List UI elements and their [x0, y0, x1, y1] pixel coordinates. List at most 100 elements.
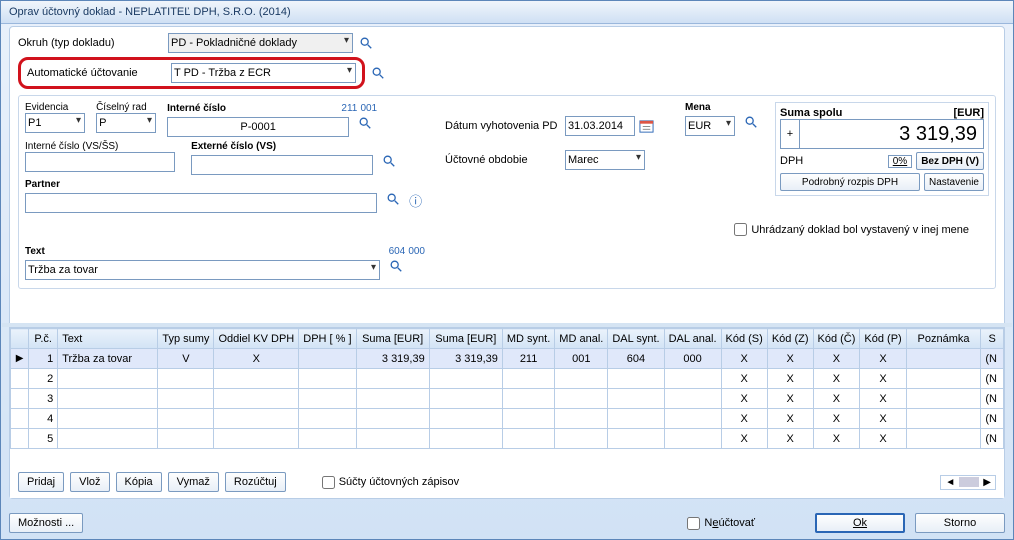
neuctovat-check[interactable]: Neúčtovať [687, 517, 755, 530]
table-row[interactable]: 5XXXX(N [11, 429, 1004, 449]
externe-lookup-icon[interactable] [380, 152, 398, 170]
uhradzany-label: Uhrádzaný doklad bol vystavený v inej me… [751, 224, 969, 236]
suma-ccy: [EUR] [953, 107, 984, 119]
col-s1[interactable]: Suma [EUR] [356, 329, 429, 349]
auto-acc-label: Automatické účtovanie [27, 67, 171, 79]
uct-obdobie-select[interactable] [565, 150, 645, 170]
okruh-select[interactable] [168, 33, 353, 53]
okruh-row: Okruh (typ dokladu) [18, 33, 996, 53]
interne-code2: 001 [360, 103, 377, 114]
text-input[interactable] [25, 260, 380, 280]
text-code2: 000 [408, 246, 425, 257]
auto-accounting-row: Automatické účtovanie [18, 57, 996, 89]
interne-code1: 211 [341, 103, 357, 114]
dph-pct[interactable]: 0% [888, 155, 912, 168]
mena-label: Mena [685, 102, 775, 113]
externe-vs-label: Externé číslo (VS) [191, 141, 401, 152]
uct-obdobie-label: Účtovné obdobie [445, 154, 565, 166]
text-label: Text [25, 246, 45, 257]
col-kz[interactable]: Kód (Z) [767, 329, 813, 349]
content-area: Okruh (typ dokladu) Automatické účtovani… [9, 26, 1005, 499]
col-kc[interactable]: Kód (Č) [813, 329, 860, 349]
rozpis-dph-button[interactable]: Podrobný rozpis DPH [780, 173, 920, 191]
col-typ[interactable]: Typ sumy [158, 329, 214, 349]
grid-buttons: Pridaj Vlož Kópia Vymaž Rozúčtuj Súčty ú… [18, 472, 996, 492]
col-pc[interactable]: P.č. [29, 329, 58, 349]
auto-accounting-highlight: Automatické účtovanie [18, 57, 365, 89]
mena-lookup-icon[interactable] [742, 113, 760, 131]
storno-button[interactable]: Storno [915, 513, 1005, 533]
sum-box: Suma spolu [EUR] + 3 319,39 DPH 0% Bez D… [775, 102, 989, 196]
col-s2[interactable]: Suma [EUR] [429, 329, 502, 349]
footer: Možnosti ... Neúčtovať Ok Storno [9, 513, 1005, 533]
vymaz-button[interactable]: Vymaž [168, 472, 219, 492]
neuctovat-label: Neúčtovať [704, 517, 755, 529]
col-dala[interactable]: DAL anal. [664, 329, 721, 349]
grid-area: P.č. Text Typ sumy Oddiel KV DPH DPH [ %… [10, 327, 1004, 498]
sucty-checkbox[interactable] [322, 476, 335, 489]
window-title: Oprav účtovný doklad - NEPLATITEĽ DPH, S… [9, 6, 291, 18]
text-code1: 604 [389, 246, 406, 257]
col-pozn[interactable]: Poznámka [906, 329, 981, 349]
main-group: Evidencia Číselný rad Interné číslo [18, 95, 996, 289]
suma-label: Suma spolu [780, 107, 842, 119]
col-arrow[interactable] [11, 329, 29, 349]
col-last[interactable]: S [981, 329, 1004, 349]
col-kvdph[interactable]: Oddiel KV DPH [214, 329, 299, 349]
datum-vyhot-input[interactable] [565, 116, 635, 136]
dph-label: DPH [780, 155, 803, 167]
col-dals[interactable]: DAL synt. [608, 329, 664, 349]
partner-lookup-icon[interactable] [384, 190, 402, 208]
evidencia-select[interactable] [25, 113, 85, 133]
interne-lookup-icon[interactable] [356, 114, 374, 132]
suma-sign[interactable]: + [781, 120, 800, 148]
externe-vs-input[interactable] [191, 155, 373, 175]
vloz-button[interactable]: Vlož [70, 472, 109, 492]
col-text[interactable]: Text [58, 329, 158, 349]
upper-form: Okruh (typ dokladu) Automatické účtovani… [10, 27, 1004, 297]
nastavenie-button[interactable]: Nastavenie [924, 173, 984, 191]
table-row[interactable]: 2XXXX(N [11, 369, 1004, 389]
window: Oprav účtovný doklad - NEPLATITEĽ DPH, S… [0, 0, 1014, 540]
rozuctuj-button[interactable]: Rozúčtuj [225, 472, 286, 492]
bez-dph-button[interactable]: Bez DPH (V) [916, 152, 984, 170]
uhradzany-checkbox[interactable] [734, 223, 747, 236]
datum-vyhot-label: Dátum vyhotovenia PD [445, 120, 565, 132]
uhradzany-check[interactable]: Uhrádzaný doklad bol vystavený v inej me… [734, 223, 969, 236]
col-dphp[interactable]: DPH [ % ] [299, 329, 356, 349]
ciselny-rad-select[interactable] [96, 113, 156, 133]
pridaj-button[interactable]: Pridaj [18, 472, 64, 492]
suma-value[interactable]: 3 319,39 [800, 123, 983, 146]
kopia-button[interactable]: Kópia [116, 472, 162, 492]
col-mda[interactable]: MD anal. [555, 329, 608, 349]
table-row[interactable]: 3XXXX(N [11, 389, 1004, 409]
table-row[interactable]: ▶1Tržba za tovarVX3 319,393 319,39211001… [11, 349, 1004, 369]
interne-vs-label: Interné číslo (VS/ŠS) [25, 141, 180, 152]
col-mds[interactable]: MD synt. [502, 329, 554, 349]
sucty-label: Súčty účtovných zápisov [339, 476, 459, 488]
partner-label: Partner [25, 179, 445, 190]
interne-vs-input[interactable] [25, 152, 175, 172]
auto-acc-select[interactable] [171, 63, 356, 83]
partner-input[interactable] [25, 193, 377, 213]
interne-cislo-input[interactable] [167, 117, 349, 137]
okruh-label: Okruh (typ dokladu) [18, 37, 168, 49]
evidencia-label: Evidencia [25, 102, 85, 113]
text-lookup-icon[interactable] [387, 257, 405, 275]
table-row[interactable]: 4XXXX(N [11, 409, 1004, 429]
partner-info-icon[interactable]: ⓘ [409, 194, 422, 209]
col-ks[interactable]: Kód (S) [721, 329, 767, 349]
neuctovat-checkbox[interactable] [687, 517, 700, 530]
grid-table[interactable]: P.č. Text Typ sumy Oddiel KV DPH DPH [ %… [10, 328, 1004, 449]
auto-acc-lookup-icon[interactable] [369, 64, 387, 82]
mena-select[interactable] [685, 116, 735, 136]
interne-cislo-label: Interné číslo [167, 103, 226, 114]
moznosti-button[interactable]: Možnosti ... [9, 513, 83, 533]
ok-button[interactable]: Ok [815, 513, 905, 533]
col-kp[interactable]: Kód (P) [860, 329, 906, 349]
horizontal-scroll[interactable]: ◄▶ [940, 475, 996, 490]
calendar-icon[interactable] [637, 117, 655, 135]
sucty-check[interactable]: Súčty účtovných zápisov [322, 476, 459, 489]
okruh-lookup-icon[interactable] [357, 34, 375, 52]
title-bar: Oprav účtovný doklad - NEPLATITEĽ DPH, S… [1, 1, 1013, 24]
